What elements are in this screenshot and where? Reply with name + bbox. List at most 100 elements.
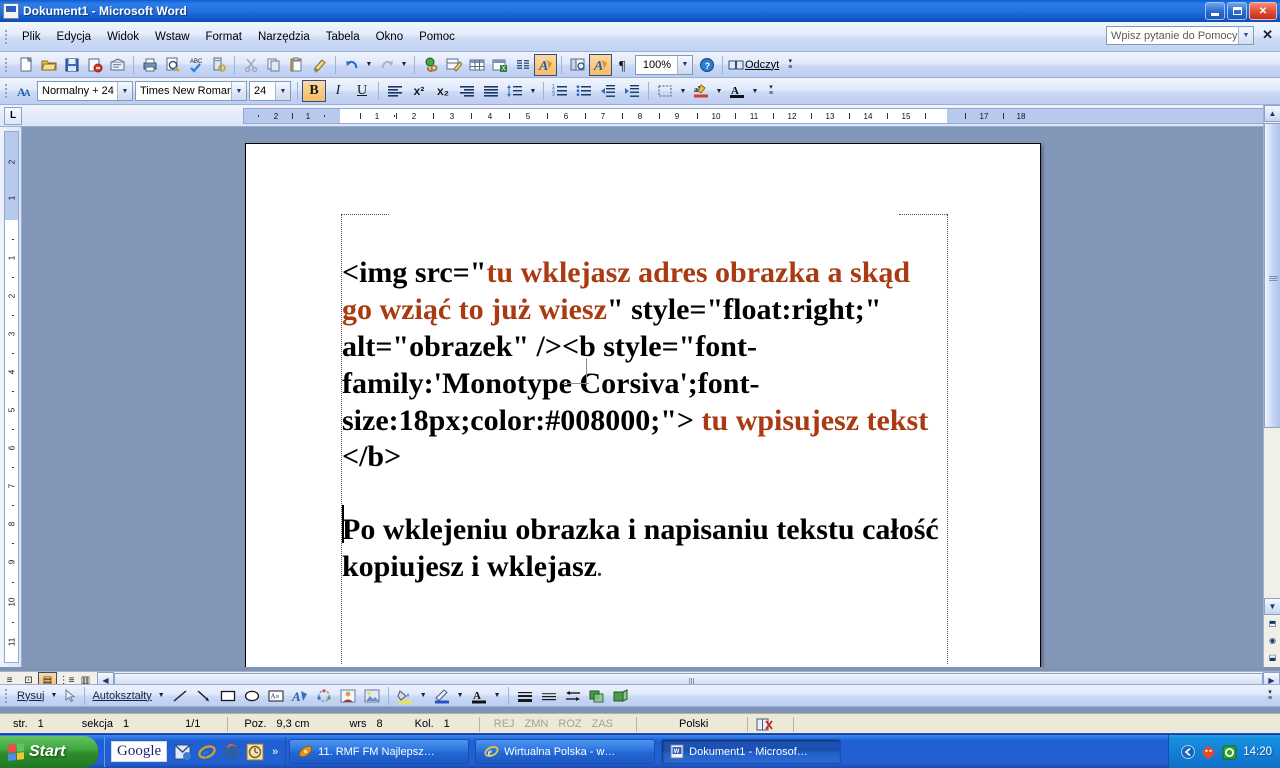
chevron-down-icon[interactable]: ▼ bbox=[454, 686, 467, 706]
chevron-down-icon[interactable]: ▼ bbox=[275, 82, 290, 100]
drawing-toolbar-toggle-icon[interactable]: A bbox=[534, 53, 557, 76]
close-button[interactable]: ✕ bbox=[1249, 2, 1277, 20]
shadow-style-icon[interactable] bbox=[585, 686, 609, 706]
status-language[interactable]: Polski bbox=[674, 718, 713, 730]
open-folder-icon[interactable] bbox=[37, 54, 60, 76]
menu-item-plik[interactable]: Plik bbox=[14, 28, 49, 46]
taskbar-item-browser[interactable]: e Wirtualna Polska - w… bbox=[475, 739, 656, 764]
line-style-icon[interactable] bbox=[513, 686, 537, 706]
start-button[interactable]: Start bbox=[0, 735, 98, 768]
select-arrow-icon[interactable] bbox=[60, 686, 80, 706]
research-icon[interactable] bbox=[207, 54, 230, 76]
spelling-status-icon[interactable] bbox=[751, 717, 779, 732]
formatting-toolbar-grip[interactable] bbox=[2, 81, 11, 101]
insert-hyperlink-icon[interactable] bbox=[419, 54, 442, 76]
insert-table-icon[interactable] bbox=[465, 54, 488, 76]
menu-item-edycja[interactable]: Edycja bbox=[49, 28, 100, 46]
wordart-icon[interactable]: A bbox=[288, 686, 312, 706]
redo-icon[interactable] bbox=[375, 54, 398, 76]
align-right-icon[interactable] bbox=[455, 80, 479, 102]
chevron-down-icon[interactable]: ▼ bbox=[231, 82, 246, 100]
chevron-down-icon[interactable]: ▼ bbox=[1238, 27, 1253, 44]
chevron-down-icon[interactable]: ▼ bbox=[155, 686, 168, 706]
menu-item-wstaw[interactable]: Wstaw bbox=[147, 28, 198, 46]
formatting-toolbar-options-icon[interactable]: ▾ ≡ bbox=[765, 80, 777, 102]
firefox-icon[interactable] bbox=[221, 742, 241, 762]
menu-bar-grip[interactable] bbox=[2, 27, 11, 47]
document-map-icon[interactable] bbox=[566, 54, 589, 76]
outlook-express-icon[interactable] bbox=[173, 742, 193, 762]
system-clock[interactable]: 14:20 bbox=[1243, 746, 1272, 758]
document-page[interactable]: <img src="tu wklejasz adres obrazka a sk… bbox=[245, 143, 1041, 667]
redo-dropdown-arrow-icon[interactable]: ▼ bbox=[398, 54, 410, 76]
text-box-icon[interactable]: A≡ bbox=[264, 686, 288, 706]
arrow-style-icon[interactable] bbox=[561, 686, 585, 706]
internet-explorer-icon[interactable]: e bbox=[197, 742, 217, 762]
antivirus-icon[interactable] bbox=[1201, 745, 1216, 760]
autoshapes-menu-button[interactable]: Autokształty bbox=[89, 686, 154, 706]
line-spacing-dropdown-arrow-icon[interactable]: ▼ bbox=[527, 80, 539, 102]
show-formatting-marks-icon[interactable]: ¶ bbox=[612, 54, 635, 76]
spelling-check-icon[interactable]: ABC bbox=[184, 54, 207, 76]
ask-a-question-box[interactable]: Wpisz pytanie do Pomocy ▼ bbox=[1106, 26, 1254, 45]
fill-color-icon[interactable] bbox=[393, 686, 417, 706]
status-mode-zas[interactable]: ZAS bbox=[587, 718, 618, 730]
vertical-scrollbar[interactable]: ▲ ▼ ⬒ ◉ ⬓ bbox=[1263, 105, 1280, 667]
clock-widget-icon[interactable] bbox=[245, 742, 265, 762]
3d-style-icon[interactable] bbox=[609, 686, 633, 706]
menu-item-okno[interactable]: Okno bbox=[368, 28, 412, 46]
format-painter-icon[interactable] bbox=[308, 54, 331, 76]
font-color-icon[interactable]: A bbox=[467, 686, 491, 706]
decrease-indent-icon[interactable] bbox=[596, 80, 620, 102]
numbered-list-icon[interactable]: 123 bbox=[548, 80, 572, 102]
font-color-icon[interactable]: A bbox=[725, 80, 749, 102]
rectangle-icon[interactable] bbox=[216, 686, 240, 706]
permission-icon[interactable] bbox=[106, 54, 129, 76]
insert-picture-icon[interactable] bbox=[360, 686, 384, 706]
shield-icon[interactable] bbox=[1222, 745, 1237, 760]
select-browse-object-button[interactable]: ◉ bbox=[1264, 632, 1280, 649]
save-icon[interactable] bbox=[60, 54, 83, 76]
horizontal-ruler-strip[interactable]: 2 1 1 2 3 4 5 6 7 8 9 10 11 12 13 14 15 … bbox=[243, 108, 1278, 124]
read-button-label[interactable]: Odczyt bbox=[745, 59, 784, 71]
cut-scissors-icon[interactable] bbox=[239, 54, 262, 76]
menu-item-format[interactable]: Format bbox=[198, 28, 250, 46]
font-size-combobox[interactable]: 24 ▼ bbox=[249, 81, 291, 101]
read-book-icon[interactable] bbox=[727, 54, 745, 76]
superscript-button[interactable]: x² bbox=[407, 80, 431, 102]
show-drawing-canvas-icon[interactable]: A bbox=[589, 53, 612, 76]
restore-button[interactable] bbox=[1227, 2, 1247, 20]
chevron-down-icon[interactable]: ▼ bbox=[677, 55, 692, 74]
chevron-down-icon[interactable]: ▼ bbox=[417, 686, 430, 706]
status-mode-roz[interactable]: ROZ bbox=[553, 718, 586, 730]
chevron-down-icon[interactable]: ▼ bbox=[117, 82, 132, 100]
font-color-dropdown-arrow-icon[interactable]: ▼ bbox=[749, 80, 761, 102]
tray-expand-icon[interactable] bbox=[1181, 745, 1196, 759]
tab-stop-selector[interactable]: L bbox=[4, 106, 22, 125]
previous-page-button[interactable]: ⬒ bbox=[1264, 615, 1280, 632]
bold-button[interactable]: B bbox=[302, 80, 326, 102]
close-document-button[interactable]: ✕ bbox=[1262, 27, 1273, 43]
paragraph-html-snippet[interactable]: <img src="tu wklejasz adres obrazka a sk… bbox=[342, 255, 942, 476]
document-canvas[interactable]: <img src="tu wklejasz adres obrazka a sk… bbox=[22, 127, 1263, 667]
insert-excel-sheet-icon[interactable]: X bbox=[488, 54, 511, 76]
borders-dropdown-arrow-icon[interactable]: ▼ bbox=[677, 80, 689, 102]
align-left-icon[interactable] bbox=[383, 80, 407, 102]
paste-icon[interactable] bbox=[285, 54, 308, 76]
highlight-color-icon[interactable]: ab bbox=[689, 80, 713, 102]
copy-icon[interactable] bbox=[262, 54, 285, 76]
status-mode-rej[interactable]: REJ bbox=[489, 718, 520, 730]
justify-icon[interactable] bbox=[479, 80, 503, 102]
quick-launch-overflow-icon[interactable]: » bbox=[269, 742, 281, 762]
horizontal-ruler[interactable]: L 2 1 1 2 3 4 5 6 7 8 9 10 11 12 13 14 1… bbox=[0, 105, 1280, 231]
print-icon[interactable] bbox=[138, 54, 161, 76]
italic-button[interactable]: I bbox=[326, 80, 350, 102]
subscript-button[interactable]: x₂ bbox=[431, 80, 455, 102]
line-icon[interactable] bbox=[168, 686, 192, 706]
bulleted-list-icon[interactable] bbox=[572, 80, 596, 102]
paragraph-instruction[interactable]: Po wklejeniu obrazka i napisaniu tekstu … bbox=[342, 512, 942, 586]
style-combobox[interactable]: Normalny + 24 ▼ bbox=[37, 81, 133, 101]
columns-icon[interactable] bbox=[511, 54, 534, 76]
scroll-up-button[interactable]: ▲ bbox=[1264, 105, 1280, 122]
chevron-down-icon[interactable]: ▼ bbox=[48, 686, 61, 706]
